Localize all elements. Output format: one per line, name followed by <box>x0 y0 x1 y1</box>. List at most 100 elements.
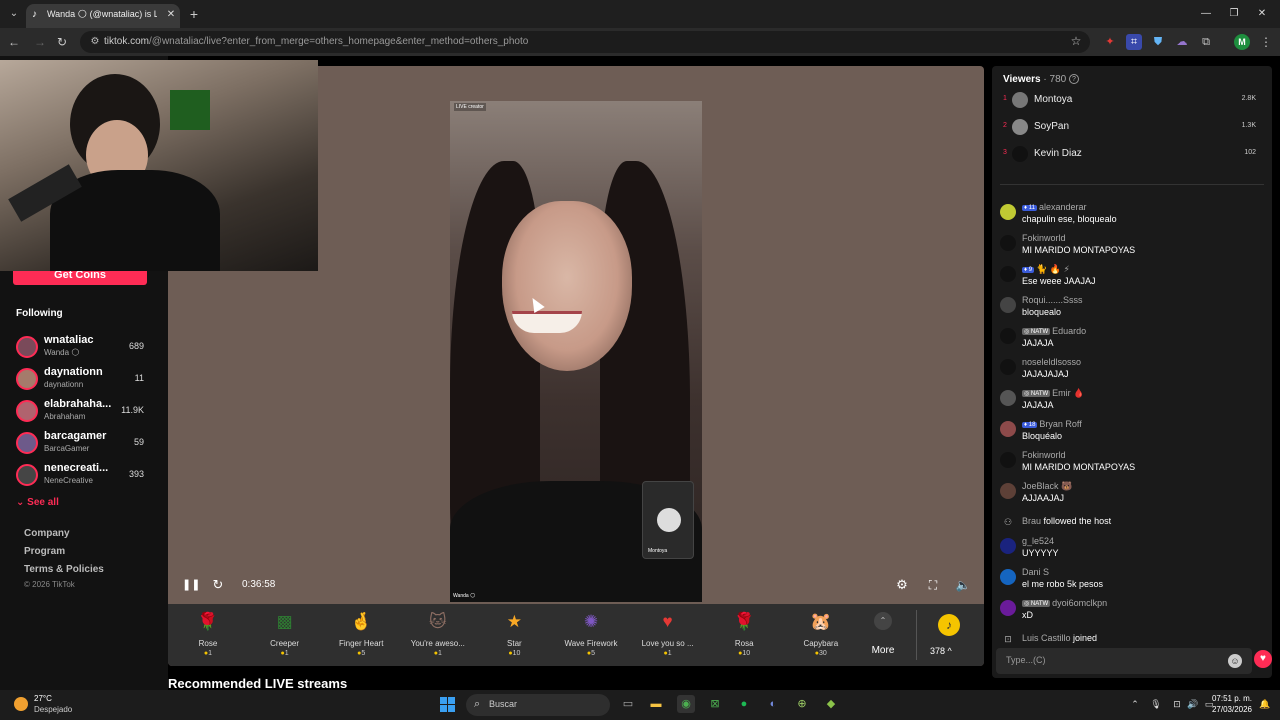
following-item[interactable]: wnataliac Wanda 🌕 689 <box>14 334 154 362</box>
bitwarden-extension-icon[interactable]: ⛊ <box>1150 34 1166 50</box>
address-bar[interactable]: ⚙ tiktok.com/@wnataliac/live?enter_from_… <box>80 31 1090 53</box>
emoji-icon[interactable]: ☺ <box>1228 654 1242 668</box>
chat-username[interactable]: ◎ NATW Emir 🩸 <box>1022 388 1084 399</box>
browser-menu-icon[interactable]: ⋮ <box>1258 34 1274 50</box>
extensions-puzzle-icon[interactable]: ⧉ <box>1198 34 1214 50</box>
microphone-icon[interactable]: 🎙 <box>1149 697 1163 711</box>
chat-message-list[interactable]: ♦ 11 alexanderar chapulin ese, bloquealo Fo… <box>992 190 1272 644</box>
volume-icon[interactable]: 🔈 <box>955 577 971 593</box>
excel-icon[interactable]: ⊠ <box>706 695 724 713</box>
bookmark-star-icon[interactable]: ☆ <box>1068 34 1084 50</box>
chat-message[interactable]: Fokinworld MI MARIDO MONTAPOYAS <box>1000 450 1264 478</box>
cloud-extension-icon[interactable]: ☁ <box>1174 34 1190 50</box>
top-viewer-row[interactable]: 3 Kevin Diaz 102 <box>1000 144 1264 166</box>
clock-date[interactable]: 27/03/2026 <box>1204 705 1252 714</box>
gift-item[interactable]: ★ Star ●10 <box>476 608 552 664</box>
chat-message[interactable]: ♦ 11 alexanderar chapulin ese, bloquealo <box>1000 202 1264 230</box>
top-viewer-row[interactable]: 2 SoyPan 1.3K <box>1000 117 1264 139</box>
chat-username[interactable]: JoeBlack 🐻 <box>1022 481 1072 492</box>
chat-username[interactable]: noseleldlsosso <box>1022 357 1081 367</box>
chat-username[interactable]: g_le524 <box>1022 536 1054 546</box>
speaker-icon[interactable]: 🔊 <box>1186 697 1200 711</box>
chat-message[interactable]: ♦ 18 Bryan Roff Bloquéalo <box>1000 419 1264 447</box>
new-tab-button[interactable]: + <box>186 6 202 22</box>
chat-message[interactable]: ◎ NATW dyoi6omclkpn xD <box>1000 598 1264 626</box>
footer-link-company[interactable]: Company <box>24 528 70 539</box>
following-item[interactable]: barcagamer BarcaGamer 59 <box>14 430 154 458</box>
coin-balance[interactable]: 378 ^ <box>930 646 952 656</box>
chat-message[interactable]: noseleldlsosso JAJAJAJAJ <box>1000 357 1264 385</box>
chat-username[interactable]: Roqui.......Ssss <box>1022 295 1083 305</box>
windows-start-icon[interactable] <box>440 697 456 713</box>
footer-link-terms[interactable]: Terms & Policies <box>24 564 104 575</box>
chat-username[interactable]: Fokinworld <box>1022 233 1066 243</box>
chat-username[interactable]: ♦ 9 🐈 🔥 ⚡ <box>1022 264 1070 275</box>
task-view-icon[interactable]: ▭ <box>619 695 637 713</box>
translate-extension-icon[interactable]: ⌗ <box>1126 34 1142 50</box>
chat-message[interactable]: Fokinworld MI MARIDO MONTAPOYAS <box>1000 233 1264 261</box>
network-icon[interactable]: ⊡ <box>1170 697 1184 711</box>
weather-description[interactable]: Despejado <box>34 705 72 714</box>
chat-username[interactable]: ◎ NATW Eduardo <box>1022 326 1086 336</box>
close-window-icon[interactable]: ✕ <box>1252 6 1272 22</box>
gift-item[interactable]: ▩ Creeper ●1 <box>247 608 323 664</box>
back-icon[interactable]: ← <box>6 34 22 50</box>
tab-close-icon[interactable]: ✕ <box>164 8 178 22</box>
forward-icon[interactable]: → <box>32 34 48 50</box>
weather-icon[interactable] <box>14 697 28 711</box>
gift-item[interactable]: 🐱 You're aweso... ●1 <box>400 608 476 664</box>
gift-item[interactable]: ♥ Love you so ... ●1 <box>630 608 706 664</box>
gift-item[interactable]: 🌹 Rosa ●10 <box>706 608 782 664</box>
info-icon[interactable]: ? <box>1069 74 1079 84</box>
chat-username[interactable]: ◎ NATW dyoi6omclkpn <box>1022 598 1107 608</box>
file-explorer-icon[interactable]: ▬ <box>647 695 665 713</box>
see-all-link[interactable]: ⌄ See all <box>16 497 59 508</box>
guest-pip[interactable]: Montoya <box>642 481 694 559</box>
chrome-icon[interactable]: ◉ <box>677 695 695 713</box>
viewers-header[interactable]: Viewers · 780 <box>1003 74 1066 85</box>
chat-username[interactable]: Dani S <box>1022 567 1049 577</box>
spotify-icon[interactable]: ● <box>735 695 753 713</box>
settings-icon[interactable]: ⚙ <box>894 577 910 593</box>
tab-search-button[interactable]: ⌄ <box>6 6 22 22</box>
chat-message[interactable]: g_le524 UYYYYY <box>1000 536 1264 564</box>
minimize-icon[interactable]: — <box>1196 6 1216 22</box>
chat-username[interactable]: Fokinworld <box>1022 450 1066 460</box>
reload-icon[interactable]: ↻ <box>54 34 70 50</box>
footer-link-program[interactable]: Program <box>24 546 65 557</box>
notification-icon[interactable]: 🔔 <box>1258 697 1272 711</box>
extension-icon[interactable]: ✦ <box>1102 34 1118 50</box>
gift-item[interactable]: 🤞 Finger Heart ●5 <box>323 608 399 664</box>
chat-username[interactable]: ♦ 11 alexanderar <box>1022 202 1087 212</box>
following-item[interactable]: elabrahaha... Abrahaham 11.9K <box>14 398 154 426</box>
gift-item[interactable]: 🐹 Capybara ●30 <box>783 608 859 664</box>
browser-tab[interactable]: ♪ Wanda 🌕 (@wnataliac) is LIVE ✕ <box>26 4 180 28</box>
chat-input[interactable]: Type...(C) ☺ <box>996 648 1252 674</box>
top-viewer-row[interactable]: 1 Montoya 2.8K <box>1000 90 1264 112</box>
site-info-icon[interactable]: ⚙ <box>88 35 102 49</box>
tray-chevron-icon[interactable]: ⌃ <box>1128 697 1142 711</box>
heart-icon[interactable]: ♥ <box>1254 650 1272 668</box>
more-gifts-button[interactable]: ⌃ More <box>868 608 898 658</box>
event-user[interactable]: Luis Castillo <box>1022 633 1071 643</box>
chat-message[interactable]: Roqui.......Ssss bloquealo <box>1000 295 1264 323</box>
coin-icon[interactable]: ♪ <box>938 614 960 636</box>
chat-message[interactable]: ♦ 9 🐈 🔥 ⚡ Ese weee JAAJAJ <box>1000 264 1264 292</box>
fullscreen-icon[interactable]: ⛶ <box>925 577 941 593</box>
pause-icon[interactable]: ❚❚ <box>182 578 200 592</box>
weather-temp[interactable]: 27°C <box>34 694 52 703</box>
restore-icon[interactable]: ❐ <box>1224 6 1244 22</box>
live-video[interactable]: LIVE creator Montoya Wanda 🌕 <box>450 101 702 602</box>
refresh-icon[interactable]: ↻ <box>210 577 226 593</box>
chat-message[interactable]: ◎ NATW Emir 🩸 JAJAJA <box>1000 388 1264 416</box>
following-item[interactable]: daynationn daynationn 11 <box>14 366 154 394</box>
clock-time[interactable]: 07:51 p. m. <box>1210 694 1252 703</box>
gift-item[interactable]: ✺ Wave Firework ●5 <box>553 608 629 664</box>
chat-message[interactable]: JoeBlack 🐻 AJJAAJAJ <box>1000 481 1264 509</box>
event-user[interactable]: Brau <box>1022 516 1041 526</box>
chat-message[interactable]: Dani S el me robo 5k pesos <box>1000 567 1264 595</box>
profile-avatar[interactable]: M <box>1234 34 1250 50</box>
taskbar-search[interactable]: ⌕ Buscar <box>466 694 610 716</box>
discord-icon[interactable]: ◐ <box>764 695 782 713</box>
chat-username[interactable]: ♦ 18 Bryan Roff <box>1022 419 1082 429</box>
